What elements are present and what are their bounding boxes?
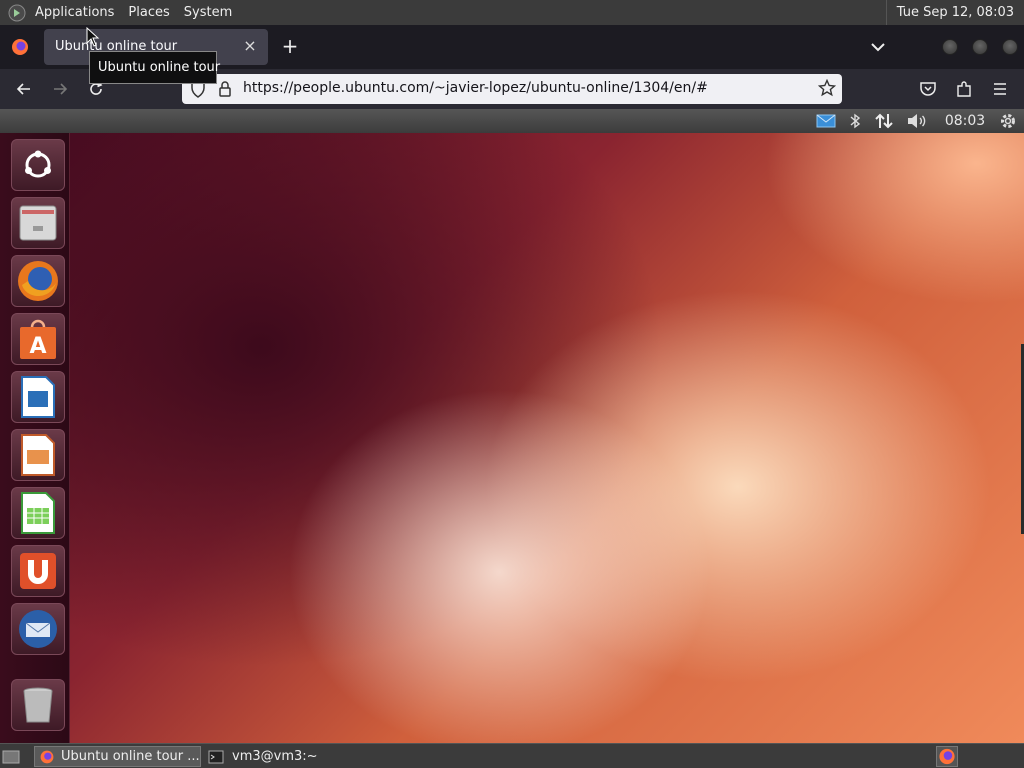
thunderbird-icon[interactable] [11,603,65,655]
libreoffice-impress-icon[interactable] [11,429,65,481]
volume-icon[interactable] [905,111,929,131]
firefox-icon [40,750,54,763]
distro-logo-icon[interactable] [6,0,28,25]
session-gear-icon[interactable] [997,111,1019,131]
places-menu[interactable]: Places [121,0,176,25]
taskbar-item-terminal[interactable]: vm3@vm3:~ [206,746,326,767]
applications-menu[interactable]: Applications [28,0,121,25]
system-menu[interactable]: System [177,0,239,25]
show-desktop-icon[interactable] [2,746,24,767]
files-icon[interactable] [11,197,65,249]
firefox-view-icon[interactable] [10,37,30,61]
new-tab-button[interactable]: + [278,33,302,59]
firefox-icon[interactable] [11,255,65,307]
minimize-window-button[interactable] [942,39,958,55]
desktop: Applications Places System Tue Sep 12, 0… [0,0,1024,768]
list-all-tabs-chevron-down-icon[interactable] [866,35,890,59]
back-button[interactable] [10,77,38,101]
pocket-button[interactable] [914,77,942,101]
terminal-icon [208,750,224,763]
close-window-button[interactable] [1002,39,1018,55]
close-tab-icon[interactable]: × [240,36,260,56]
clock[interactable]: Tue Sep 12, 08:03 [885,0,1024,25]
libreoffice-calc-icon[interactable] [11,487,65,539]
mouse-pointer-icon [86,27,100,47]
unity-launcher: A [0,133,70,743]
tab-tooltip: Ubuntu online tour [89,51,220,84]
back-arrow-icon [16,83,30,95]
maximize-window-button[interactable] [972,39,988,55]
page-content: 08:03 A [0,109,1024,743]
tour-clock[interactable]: 08:03 [944,111,986,131]
menu-button[interactable] [986,77,1014,101]
bottom-taskbar: Ubuntu online tour ... vm3@vm3:~ [0,743,1024,768]
network-icon[interactable] [873,111,895,131]
taskbar-item-label: vm3@vm3:~ [232,749,318,764]
bluetooth-icon[interactable] [846,111,864,131]
extensions-button[interactable] [950,77,978,101]
tray-firefox-icon[interactable] [936,746,958,767]
trash-icon[interactable] [11,679,65,731]
url-text[interactable]: https://people.ubuntu.com/~javier-lopez/… [243,80,708,96]
lock-icon[interactable] [218,80,232,102]
ubuntu-tour-top-panel: 08:03 [0,109,1024,133]
taskbar-item-label: Ubuntu online tour ... [61,749,200,764]
top-panel: Applications Places System Tue Sep 12, 0… [0,0,1024,25]
forward-arrow-icon [54,83,68,95]
puzzle-icon [957,81,971,97]
software-center-icon[interactable]: A [11,313,65,365]
url-bar[interactable]: https://people.ubuntu.com/~javier-lopez/… [182,74,842,104]
hamburger-menu-icon [994,83,1006,95]
mail-indicator-icon[interactable] [815,111,837,131]
svg-text:A: A [29,334,46,359]
ubuntu-one-icon[interactable] [11,545,65,597]
bookmark-star-icon[interactable] [817,78,837,101]
libreoffice-writer-icon[interactable] [11,371,65,423]
taskbar-item-firefox[interactable]: Ubuntu online tour ... [34,746,201,767]
pocket-icon [920,82,936,96]
ubuntu-dash-icon[interactable] [11,139,65,191]
desktop-wallpaper [70,133,1024,743]
forward-button[interactable] [46,77,74,101]
